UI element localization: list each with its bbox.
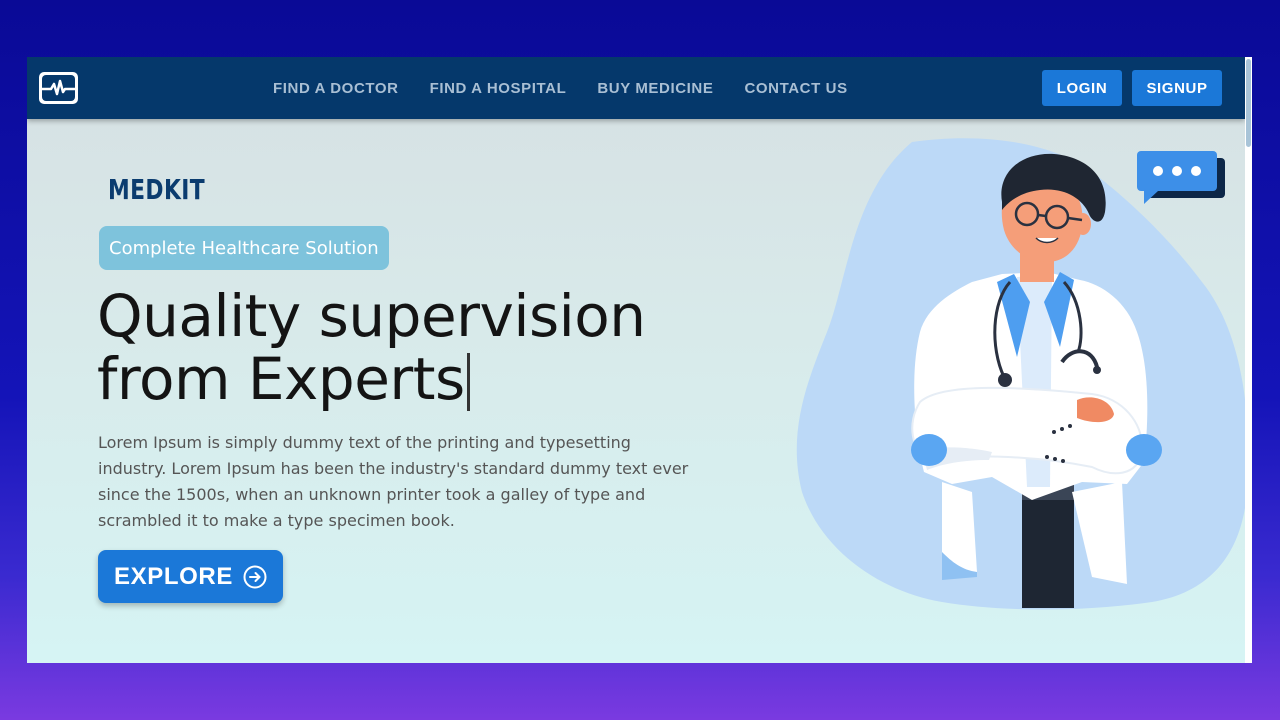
hero-description: Lorem Ipsum is simply dummy text of the …: [98, 433, 689, 530]
navbar: FIND A DOCTOR FIND A HOSPITAL BUY MEDICI…: [27, 57, 1245, 119]
headline-line-1: Quality supervision: [97, 282, 646, 350]
explore-label: EXPLORE: [114, 562, 233, 590]
browser-viewport: FIND A DOCTOR FIND A HOSPITAL BUY MEDICI…: [27, 57, 1252, 663]
nav-links: FIND A DOCTOR FIND A HOSPITAL BUY MEDICI…: [273, 57, 879, 119]
hero-headline: Quality supervision from Experts: [97, 285, 737, 411]
explore-button[interactable]: EXPLORE: [98, 550, 283, 603]
signup-button[interactable]: SIGNUP: [1132, 70, 1222, 106]
headline-line-2: from Experts: [97, 345, 465, 413]
tagline-badge: Complete Healthcare Solution: [99, 226, 389, 270]
nav-link-find-hospital[interactable]: FIND A HOSPITAL: [430, 80, 567, 97]
login-button[interactable]: LOGIN: [1042, 70, 1122, 106]
nav-link-contact-us[interactable]: CONTACT US: [744, 80, 847, 97]
chat-bubble-icon: [1137, 151, 1225, 204]
scrollbar-thumb[interactable]: [1246, 59, 1251, 147]
heartbeat-icon[interactable]: [39, 72, 78, 104]
brand-title: MEDKIT: [108, 173, 206, 206]
doctor-illustration: [792, 132, 1252, 612]
typing-caret: [466, 353, 470, 411]
nav-link-find-doctor[interactable]: FIND A DOCTOR: [273, 80, 399, 97]
arrow-right-circle-icon: [243, 565, 267, 589]
page-scrollbar[interactable]: [1245, 57, 1252, 663]
nav-link-buy-medicine[interactable]: BUY MEDICINE: [597, 80, 713, 97]
